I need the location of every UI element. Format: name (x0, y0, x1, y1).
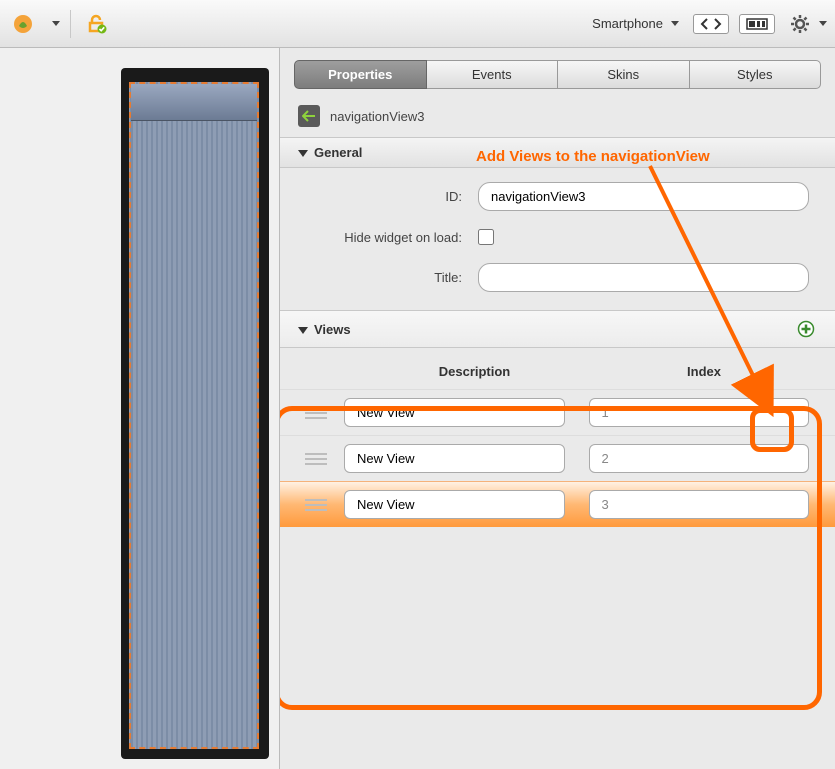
separator (70, 10, 71, 38)
title-label: Title: (298, 270, 478, 285)
col-description: Description (370, 364, 579, 379)
gear-menu-caret-icon[interactable] (819, 21, 827, 26)
title-field[interactable] (478, 263, 809, 292)
collapse-icon (298, 327, 308, 334)
general-form: ID: Hide widget on load: Title: (280, 168, 835, 310)
annotation-highlight-area (280, 406, 822, 710)
section-title: General (314, 145, 362, 160)
toolbar: Smartphone (0, 0, 835, 48)
unlock-icon[interactable] (81, 9, 111, 39)
hide-label: Hide widget on load: (298, 230, 478, 245)
object-name: navigationView3 (330, 109, 424, 124)
app-menu-icon[interactable] (8, 9, 38, 39)
section-general-header[interactable]: General (280, 137, 835, 168)
object-header: navigationView3 (280, 89, 835, 137)
hide-checkbox[interactable] (478, 229, 494, 245)
section-views-header[interactable]: Views (280, 310, 835, 348)
layout-view-button[interactable] (739, 14, 775, 34)
code-view-button[interactable] (693, 14, 729, 34)
inspector-panel: Properties Events Skins Styles navigatio… (280, 48, 835, 769)
id-field[interactable] (478, 182, 809, 211)
collapse-icon (298, 150, 308, 157)
gear-icon[interactable] (785, 9, 815, 39)
col-index: Index (599, 364, 809, 379)
chevron-down-icon (671, 21, 679, 26)
tab-styles[interactable]: Styles (690, 60, 822, 89)
widget-icon (298, 105, 320, 127)
device-screen[interactable] (129, 82, 259, 749)
inspector-tabs: Properties Events Skins Styles (294, 60, 821, 89)
id-label: ID: (298, 189, 478, 204)
section-title: Views (314, 322, 351, 337)
tab-properties[interactable]: Properties (294, 60, 427, 89)
add-view-button[interactable] (795, 318, 817, 340)
app-menu-caret-icon[interactable] (52, 21, 60, 26)
tab-events[interactable]: Events (427, 60, 559, 89)
device-picker[interactable]: Smartphone (588, 16, 683, 31)
device-label: Smartphone (592, 16, 663, 31)
canvas-area (0, 48, 280, 769)
device-frame (121, 68, 269, 759)
tab-skins[interactable]: Skins (558, 60, 690, 89)
